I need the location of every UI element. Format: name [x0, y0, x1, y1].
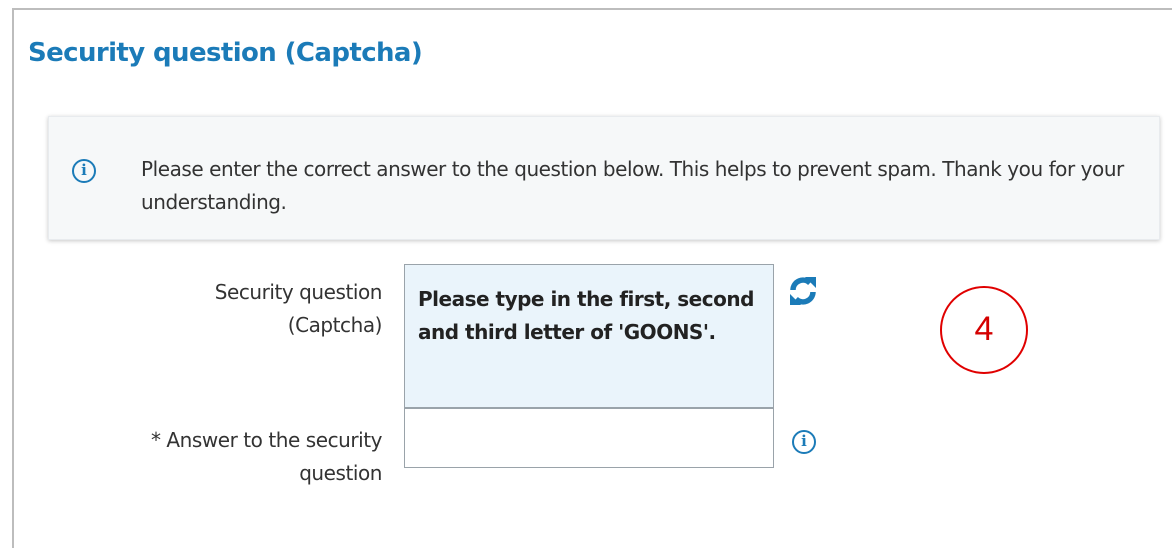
- captcha-label-line1: Security question: [214, 280, 383, 304]
- captcha-answer-input[interactable]: [404, 408, 774, 468]
- answer-label-line1: * Answer to the security: [150, 428, 382, 452]
- refresh-icon: [790, 277, 816, 305]
- step-number-marker: 4: [940, 286, 1028, 374]
- captcha-label: Security question (Captcha): [42, 276, 383, 342]
- answer-label-line2: question: [299, 461, 382, 485]
- info-text: Please enter the correct answer to the q…: [141, 157, 1124, 214]
- section-title: Security question (Captcha): [28, 38, 423, 68]
- captcha-question-box: Please type in the first, second and thi…: [404, 264, 774, 408]
- info-circle-icon: i: [72, 159, 96, 183]
- info-notice: i Please enter the correct answer to the…: [48, 116, 1160, 240]
- refresh-captcha-button[interactable]: [786, 274, 820, 308]
- captcha-section: Security question (Captcha) i Please ent…: [12, 8, 1172, 548]
- answer-label: * Answer to the security question: [42, 424, 382, 490]
- answer-help-info-icon[interactable]: i: [792, 430, 816, 454]
- captcha-question: Please type in the first, second and thi…: [418, 287, 754, 344]
- captcha-label-line2: (Captcha): [287, 313, 383, 337]
